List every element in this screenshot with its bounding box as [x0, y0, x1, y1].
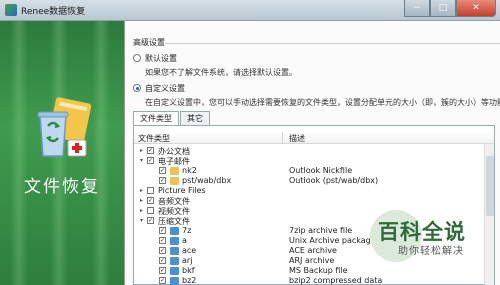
scrollbar-thumb[interactable] [486, 156, 494, 216]
file-type-icon [170, 247, 179, 255]
row-description: 7zip archive file [289, 226, 353, 235]
expand-toggle-icon[interactable]: ▸ [138, 197, 145, 204]
row-checkbox[interactable]: ✓ [159, 277, 166, 284]
row-checkbox[interactable]: ✓ [159, 177, 166, 184]
table-row[interactable]: ▸ ✓ 音频文件 [134, 196, 484, 206]
section-title: 高级设置 [133, 38, 165, 47]
row-checkbox[interactable]: ✓ [159, 237, 166, 244]
app-icon [5, 4, 17, 16]
row-checkbox[interactable]: ✓ [159, 257, 166, 264]
row-description: MS Backup file [289, 266, 348, 275]
section-divider [165, 43, 500, 44]
title-bar: Renee数据恢复 − □ ✕ [0, 0, 500, 21]
default-settings-hint: 如果您不了解文件系统，请选择默认设置。 [145, 68, 297, 77]
column-header-file-type[interactable]: 文件类型 [138, 133, 170, 144]
row-name: 7z [182, 226, 192, 235]
row-checkbox[interactable]: ✓ [159, 267, 166, 274]
default-settings-radio[interactable] [133, 54, 141, 62]
close-button[interactable]: ✕ [456, 0, 496, 17]
expand-toggle-icon[interactable]: ▾ [138, 217, 145, 224]
tab-bar: 文件类型 其它 [133, 111, 211, 126]
expand-toggle-icon[interactable]: ▸ [138, 147, 145, 154]
row-name: nk2 [182, 166, 197, 175]
sidebar-title: 文件恢复 [24, 177, 100, 197]
table-row[interactable]: ▾ ✓ 电子邮件 [134, 156, 484, 166]
custom-settings-radio[interactable] [133, 84, 141, 92]
file-type-icon [170, 257, 179, 265]
tab-file-types[interactable]: 文件类型 [133, 111, 179, 126]
row-checkbox[interactable]: ✓ [147, 147, 154, 154]
row-checkbox[interactable]: ✓ [159, 227, 166, 234]
table-header: 文件类型 描述 [134, 132, 494, 144]
row-checkbox[interactable] [147, 207, 154, 214]
row-checkbox[interactable]: ✓ [159, 247, 166, 254]
row-name: bz2 [182, 276, 197, 285]
table-row[interactable]: ▸ Picture Files [134, 186, 484, 196]
custom-settings-hint: 在自定义设置中，您可以手动选择需要恢复的文件类型，设置分配单元的大小（即，簇的大… [145, 98, 500, 107]
row-checkbox[interactable]: ✓ [147, 157, 154, 164]
window-title: Renee数据恢复 [21, 7, 86, 17]
row-description: Outlook (pst/wab/dbx) [289, 176, 379, 185]
watermark-subtitle: 助你轻松解决 [398, 246, 464, 257]
expand-toggle-icon[interactable]: ▸ [138, 187, 145, 194]
row-name: a [182, 236, 187, 245]
sidebar: 文件恢复 [0, 21, 124, 285]
minimize-button[interactable]: − [404, 0, 430, 17]
row-name: arj [182, 256, 193, 265]
row-description: bzip2 compressed data [289, 276, 383, 285]
maximize-button[interactable]: □ [430, 0, 456, 17]
row-checkbox[interactable]: ✓ [147, 197, 154, 204]
row-checkbox[interactable] [147, 187, 154, 194]
column-separator[interactable] [282, 132, 283, 144]
column-header-description[interactable]: 描述 [289, 133, 305, 144]
expand-toggle-icon[interactable]: ▸ [138, 207, 145, 214]
recycle-bin-logo-icon [37, 97, 92, 157]
table-row[interactable]: ✓ nk2 Outlook Nickfile [134, 166, 484, 176]
custom-settings-label[interactable]: 自定义设置 [145, 83, 185, 94]
row-checkbox[interactable]: ✓ [147, 217, 154, 224]
file-type-icon [170, 277, 179, 285]
window-controls: − □ ✕ [404, 0, 496, 18]
row-name: Picture Files [158, 186, 206, 195]
row-name: bkf [182, 266, 195, 275]
file-type-icon [170, 267, 179, 275]
file-type-icon [170, 237, 179, 245]
row-description: Unix Archive packag [289, 236, 371, 245]
expand-toggle-icon[interactable]: ▾ [138, 157, 145, 164]
file-type-icon [170, 227, 179, 235]
decorative-stripe [92, 21, 110, 285]
tab-other[interactable]: 其它 [180, 111, 210, 125]
decorative-stripe [10, 21, 28, 285]
row-description: Outlook Nickfile [289, 166, 353, 175]
row-checkbox[interactable]: ✓ [159, 167, 166, 174]
row-name: pst/wab/dbx [182, 176, 232, 185]
row-description: ACE archive [289, 246, 337, 255]
row-name: ace [182, 246, 197, 255]
watermark: 百科全说 助你轻松解决 [370, 210, 498, 270]
default-settings-label[interactable]: 默认设置 [145, 53, 177, 64]
table-row[interactable]: ✓ pst/wab/dbx Outlook (pst/wab/dbx) [134, 176, 484, 186]
file-type-icon [170, 167, 179, 175]
table-row[interactable]: ▸ ✓ 办公文档 [134, 146, 484, 156]
table-row[interactable]: ✓ bz2 bzip2 compressed data [134, 276, 484, 285]
row-description: ARJ archive [289, 256, 335, 265]
file-type-icon [170, 177, 179, 185]
